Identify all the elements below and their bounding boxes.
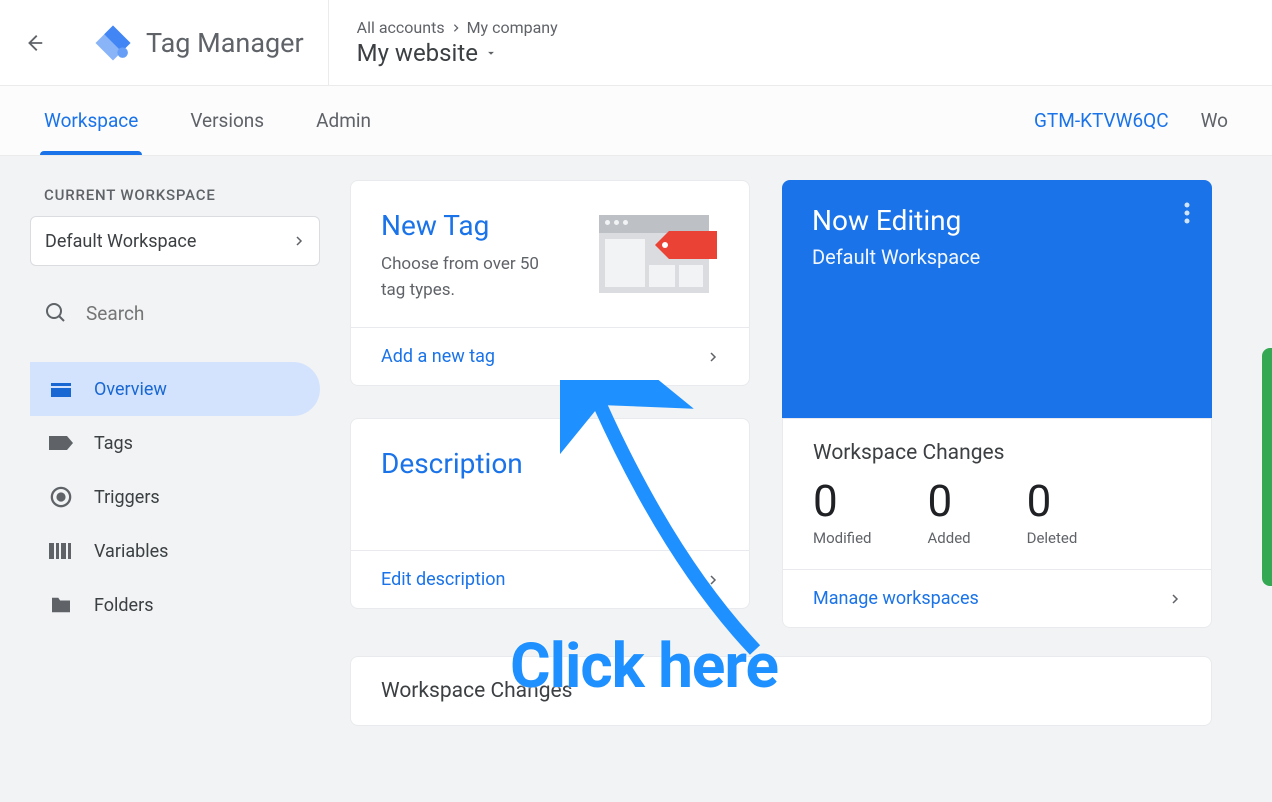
manage-workspaces-label: Manage workspaces [813,588,979,609]
search-icon [44,301,68,325]
sidebar-item-label: Tags [94,433,133,454]
sidebar-item-label: Overview [94,379,167,400]
workspace-changes-card: Workspace Changes [350,656,1212,726]
next-card-sliver [1262,348,1272,586]
container-id[interactable]: GTM-KTVW6QC [1034,109,1169,132]
stat-value: 0 [813,477,871,525]
folder-icon [48,593,74,617]
top-header: Tag Manager All accounts My company My w… [0,0,1272,86]
logo-area: Tag Manager [72,22,328,64]
search-box[interactable] [30,288,320,338]
description-title: Description [381,447,719,480]
description-card: Description Edit description [350,418,750,609]
more-vert-icon [1184,202,1190,224]
dropdown-caret-icon [484,46,498,60]
add-new-tag-label: Add a new tag [381,346,495,367]
tab-admin[interactable]: Admin [316,86,371,155]
container-name: My website [357,39,478,67]
breadcrumb-area[interactable]: All accounts My company My website [328,0,558,85]
stat-label: Added [927,529,970,547]
tab-versions[interactable]: Versions [190,86,264,155]
arrow-left-icon [23,32,45,54]
manage-workspaces-link[interactable]: Manage workspaces [783,569,1211,627]
workspace-changes-link[interactable]: Wo [1201,109,1228,132]
trigger-icon [48,485,74,509]
body: CURRENT WORKSPACE Default Workspace Over… [0,156,1272,802]
search-input[interactable] [86,302,306,325]
sidebar-item-label: Triggers [94,487,160,508]
sidebar-item-label: Variables [94,541,168,562]
workspace-selector-value: Default Workspace [45,231,196,252]
workspace-changes-bottom-title: Workspace Changes [381,679,1181,703]
app-title: Tag Manager [146,27,304,59]
sidebar-item-overview[interactable]: Overview [30,362,320,416]
tag-illustration-icon [599,205,719,295]
back-button[interactable] [20,29,48,57]
stat-added: 0 Added [927,477,970,547]
stat-label: Modified [813,529,871,547]
variable-icon [48,539,74,563]
annotation-text: Click here [510,630,778,703]
edit-description-link[interactable]: Edit description [351,550,749,608]
new-tag-subtitle: Choose from over 50 tag types. [381,252,561,303]
now-editing-title: Now Editing [812,204,1182,237]
sidebar-item-triggers[interactable]: Triggers [30,470,320,524]
breadcrumb-account: All accounts [357,18,445,37]
stat-label: Deleted [1027,529,1078,547]
chevron-right-icon [1169,590,1181,608]
chevron-right-icon [451,23,461,33]
tab-workspace[interactable]: Workspace [44,86,138,155]
add-new-tag-link[interactable]: Add a new tag [351,327,749,385]
tag-manager-logo-icon [92,22,134,64]
sidebar-item-label: Folders [94,595,154,616]
chevron-right-icon [707,571,719,589]
new-tag-card: New Tag Choose from over 50 tag types. A… [350,180,750,386]
now-editing-subtitle: Default Workspace [812,245,1182,269]
sidebar: CURRENT WORKSPACE Default Workspace Over… [30,180,320,802]
breadcrumb: All accounts My company [357,18,558,37]
new-tag-title: New Tag [381,209,561,242]
sidebar-item-variables[interactable]: Variables [30,524,320,578]
sidebar-item-tags[interactable]: Tags [30,416,320,470]
workspace-changes-title: Workspace Changes [783,419,1211,477]
tab-bar: Workspace Versions Admin GTM-KTVW6QC Wo [0,86,1272,156]
now-editing-card: Now Editing Default Workspace Workspace … [782,180,1212,628]
workspace-selector[interactable]: Default Workspace [30,216,320,266]
chevron-right-icon [707,348,719,366]
sidebar-item-folders[interactable]: Folders [30,578,320,632]
stat-modified: 0 Modified [813,477,871,547]
current-workspace-label: CURRENT WORKSPACE [44,186,320,204]
breadcrumb-company: My company [467,18,558,37]
edit-description-label: Edit description [381,569,505,590]
stat-value: 0 [927,477,970,525]
tag-icon [48,431,74,455]
now-editing-menu-button[interactable] [1178,196,1196,234]
overview-icon [48,377,74,401]
chevron-right-icon [293,232,305,250]
stat-deleted: 0 Deleted [1027,477,1078,547]
stat-value: 0 [1027,477,1078,525]
